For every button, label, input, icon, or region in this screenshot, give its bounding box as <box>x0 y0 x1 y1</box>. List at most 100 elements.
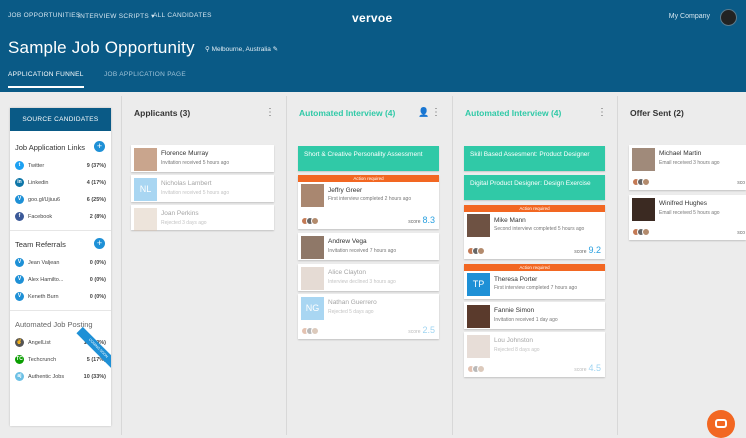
candidate-status: Second interview completed 5 hours ago <box>494 226 585 232</box>
nav-all-candidates[interactable]: ALL CANDIDATES <box>153 12 212 19</box>
candidate-score: score 8.3 <box>408 215 435 225</box>
source-count: 0 (0%) <box>89 276 106 283</box>
tab-job-application-page[interactable]: JOB APPLICATION PAGE <box>104 71 186 78</box>
candidate-photo <box>134 148 157 171</box>
job-links-list: t Twitter 9 (37%) in Linkedin 4 (17%) Vgoo.gl/… <box>10 157 111 225</box>
source-label: Twitter <box>28 162 45 169</box>
candidate-status: Invitation received 1 day ago <box>494 317 558 323</box>
candidate-photo <box>301 184 324 207</box>
stage-header[interactable]: Short & Creative Personality Assessment <box>298 146 439 171</box>
candidate-card[interactable]: Action required Mike Mann Second intervi… <box>464 205 605 259</box>
edit-pencil-icon[interactable]: ✎ <box>271 46 278 53</box>
add-referral-plus-icon[interactable]: + <box>94 238 105 249</box>
candidate-photo <box>467 214 490 237</box>
source-label: Keneth Burn <box>28 293 59 300</box>
more-options-icon[interactable]: ⋮ <box>597 107 607 118</box>
reviewer-avatars <box>467 247 485 255</box>
nav-interview-scripts[interactable]: INTERVIEW SCRIPTS ▾ <box>78 12 155 20</box>
candidate-photo <box>467 305 490 328</box>
candidate-status: Invitation received 5 hours ago <box>161 190 230 196</box>
more-options-icon[interactable]: ⋮ <box>265 107 275 118</box>
source-row[interactable]: aj Authentic Jobs 10 (33%) <box>10 368 111 385</box>
candidate-name: Theresa Porter <box>494 276 538 283</box>
source-count: 0 (0%) <box>89 259 106 266</box>
candidate-initials: TP <box>467 273 490 296</box>
candidate-card[interactable]: Fannie Simon Invitation received 1 day a… <box>464 302 605 329</box>
candidate-card[interactable]: Florence Murray Invitation received 5 ho… <box>131 145 274 172</box>
candidate-name: Winifred Hughes <box>659 200 708 207</box>
source-row[interactable]: f Facebook 2 (8%) <box>10 208 111 225</box>
source-row[interactable]: Vgoo.gl/Ujiuu6 6 (25%) <box>10 191 111 208</box>
candidate-card[interactable]: Joan Perkins Rejected 3 days ago <box>131 205 274 231</box>
team-referrals-title: Team Referrals <box>15 240 66 249</box>
candidate-name: Andrew Vega <box>328 238 367 245</box>
candidate-card[interactable]: Action required Jeffry Greer First inter… <box>298 175 439 229</box>
add-link-plus-icon[interactable]: + <box>94 141 105 152</box>
source-label: Authentic Jobs <box>28 373 65 380</box>
candidate-card[interactable]: Alice Clayton Interview declined 3 hours… <box>298 264 439 291</box>
location-text: Melbourne, Australia <box>211 46 271 53</box>
candidate-card[interactable]: NL Nicholas Lambert Invitation received … <box>131 175 274 202</box>
candidate-name: Nicholas Lambert <box>161 180 212 187</box>
add-person-icon[interactable]: 👤 <box>418 107 429 118</box>
chat-bubble-icon <box>715 419 727 428</box>
candidate-card[interactable]: Andrew Vega Invitation received 7 hours … <box>298 233 439 260</box>
source-label: Techcrunch <box>28 356 57 363</box>
source-row[interactable]: V Keneth Burn 0 (0%) <box>10 288 111 305</box>
candidate-photo <box>632 198 655 221</box>
candidate-score-label: sco <box>737 180 745 186</box>
more-options-icon[interactable]: ⋮ <box>431 107 441 118</box>
candidate-name: Jeffry Greer <box>328 187 363 194</box>
techcrunch-icon: TC <box>15 355 24 364</box>
page-title: Sample Job Opportunity <box>8 38 195 57</box>
source-count: 10 (33%) <box>83 373 106 380</box>
action-required-banner: Action required <box>298 175 439 182</box>
column-divider <box>121 96 122 435</box>
divider <box>10 310 111 311</box>
referrer-icon: V <box>15 258 24 267</box>
chat-button[interactable] <box>707 410 735 438</box>
candidate-photo <box>134 208 157 231</box>
candidate-card[interactable]: Action required TP Theresa Porter First … <box>464 264 605 299</box>
candidate-card[interactable]: Winifred Hughes Email received 5 hours a… <box>629 195 746 240</box>
source-row[interactable]: t Twitter 9 (37%) <box>10 157 111 174</box>
source-count: 6 (25%) <box>86 196 106 203</box>
candidate-initials: NL <box>134 178 157 201</box>
brand-logo[interactable]: vervoe <box>352 11 393 25</box>
stage-header[interactable]: Digital Product Designer: Design Exercis… <box>464 175 605 200</box>
source-row[interactable]: V Alex Hamilto... 0 (0%) <box>10 271 111 288</box>
reviewer-avatars <box>467 365 485 373</box>
reviewer-avatars <box>301 327 319 335</box>
candidate-status: Invitation received 5 hours ago <box>161 160 230 166</box>
candidate-status: Interview declined 3 hours ago <box>328 279 396 285</box>
candidate-status: First interview completed 2 hours ago <box>328 196 412 202</box>
stage-header[interactable]: Skill Based Assesment: Product Designer <box>464 146 605 171</box>
source-count: 0 (0%) <box>89 293 106 300</box>
candidate-status: Rejected 3 days ago <box>161 220 207 226</box>
company-menu[interactable]: My Company <box>669 13 710 20</box>
action-required-banner: Action required <box>464 264 605 271</box>
source-candidates-button[interactable]: SOURCE CANDIDATES <box>10 108 111 131</box>
candidate-score: score 2.5 <box>408 325 435 335</box>
user-avatar[interactable] <box>720 9 737 26</box>
candidate-card[interactable]: NG Nathan Guerrero Rejected 5 days ago s… <box>298 294 439 339</box>
source-label: Jean Valjean <box>28 259 60 266</box>
candidate-name: Michael Martin <box>659 150 702 157</box>
candidate-card[interactable]: Lou Johnston Rejected 8 days ago score 4.… <box>464 332 605 377</box>
source-row[interactable]: in Linkedin 4 (17%) <box>10 174 111 191</box>
angellist-icon: ✌ <box>15 338 24 347</box>
source-label: Linkedin <box>28 179 49 186</box>
candidate-name: Fannie Simon <box>494 307 535 314</box>
candidate-status: Rejected 5 days ago <box>328 309 374 315</box>
job-links-title: Job Application Links <box>15 143 86 152</box>
source-row[interactable]: V Jean Valjean 0 (0%) <box>10 254 111 271</box>
link-icon: V <box>15 195 24 204</box>
referrals-list: V Jean Valjean 0 (0%) V Alex Hamilto... 0 (0%… <box>10 254 111 305</box>
tab-application-funnel[interactable]: APPLICATION FUNNEL <box>8 71 84 78</box>
top-header: JOB OPPORTUNITIES INTERVIEW SCRIPTS ▾ AL… <box>0 0 746 92</box>
candidate-photo <box>632 148 655 171</box>
candidate-card[interactable]: Michael Martin Email received 3 hours ag… <box>629 145 746 190</box>
nav-job-opportunities[interactable]: JOB OPPORTUNITIES <box>8 12 81 19</box>
candidate-photo <box>301 236 324 259</box>
reviewer-avatars <box>301 217 319 225</box>
